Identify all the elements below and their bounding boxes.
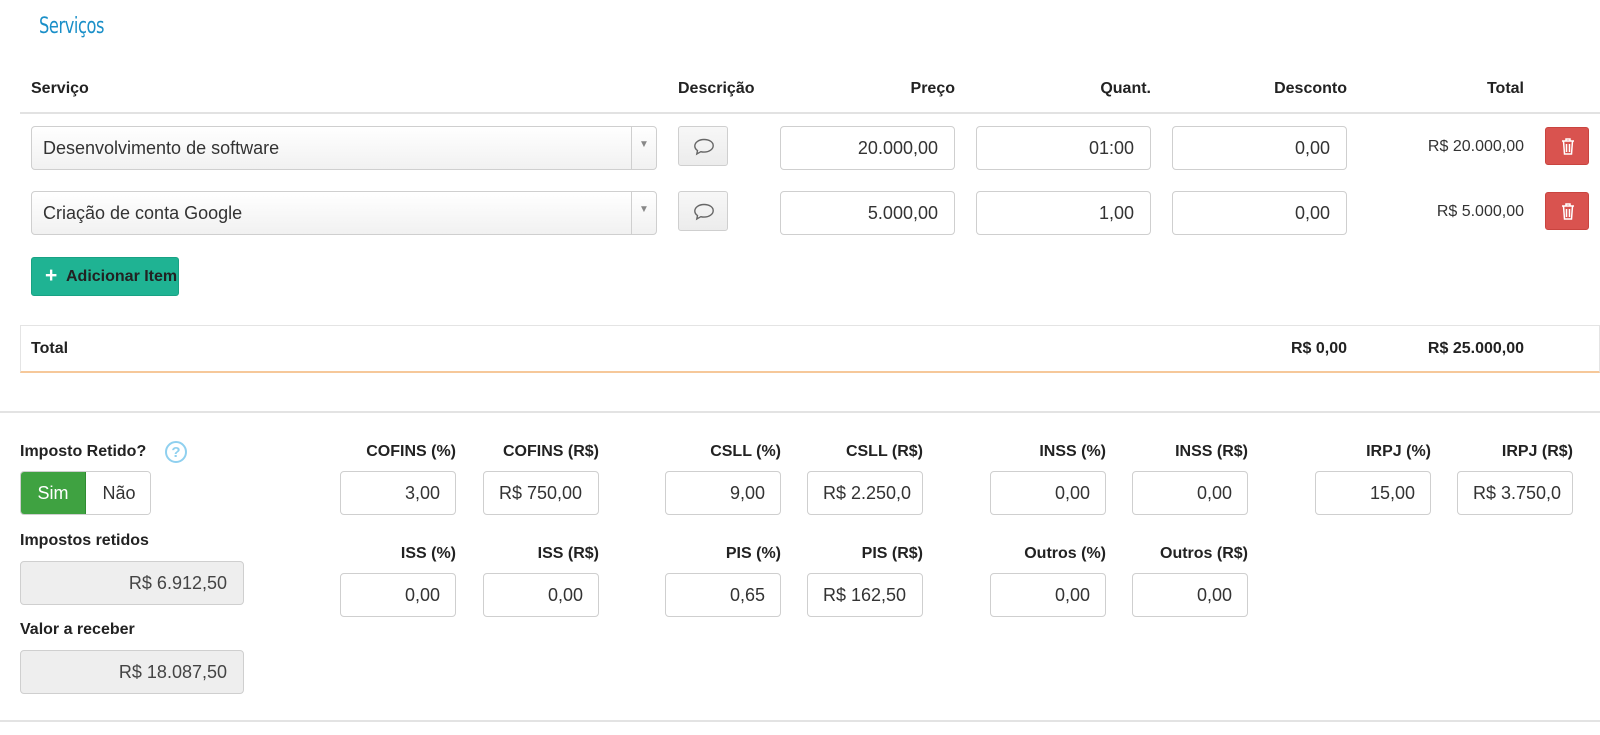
cofins-rs-input[interactable]: R$ 750,00: [483, 471, 599, 515]
trash-icon: [1562, 203, 1574, 220]
header-total: Total: [1486, 80, 1524, 97]
cofins-pct-label: COFINS (%): [366, 443, 456, 460]
trash-icon: [1562, 138, 1574, 155]
description-button[interactable]: [678, 126, 728, 166]
pis-pct-label: PIS (%): [725, 545, 781, 562]
service-select-value: Desenvolvimento de software: [43, 138, 280, 158]
header-descricao: Descrição: [678, 80, 755, 97]
row-total: R$ 20.000,00: [1427, 138, 1524, 155]
service-select[interactable]: Criação de conta Google ▼: [31, 191, 657, 235]
add-item-button[interactable]: + Adicionar Item: [31, 257, 179, 296]
section-title: Serviços: [39, 14, 105, 39]
toggle-nao[interactable]: Não: [86, 472, 150, 514]
pis-pct-input[interactable]: 0,65: [665, 573, 781, 617]
cofins-rs-label: COFINS (R$): [503, 443, 599, 460]
discount-input[interactable]: 0,00: [1172, 191, 1347, 235]
quantity-input[interactable]: 01:00: [976, 126, 1151, 170]
header-servico: Serviço: [31, 80, 89, 97]
price-input[interactable]: 20.000,00: [780, 126, 955, 170]
iss-pct-label: ISS (%): [400, 545, 456, 562]
outros-rs-input[interactable]: 0,00: [1132, 573, 1248, 617]
inss-rs-input[interactable]: 0,00: [1132, 471, 1248, 515]
cofins-pct-input[interactable]: 3,00: [340, 471, 456, 515]
irpj-pct-label: IRPJ (%): [1366, 443, 1431, 460]
irpj-pct-input[interactable]: 15,00: [1315, 471, 1431, 515]
total-row: [20, 325, 1600, 373]
service-select-value: Criação de conta Google: [43, 203, 243, 223]
csll-rs-label: CSLL (R$): [845, 443, 923, 460]
pis-rs-label: PIS (R$): [861, 545, 923, 562]
csll-pct-input[interactable]: 9,00: [665, 471, 781, 515]
comment-icon: [694, 138, 714, 156]
outros-pct-input[interactable]: 0,00: [990, 573, 1106, 617]
imposto-retido-toggle: Sim Não: [20, 471, 151, 515]
pis-rs-input[interactable]: R$ 162,50: [807, 573, 923, 617]
description-button[interactable]: [678, 191, 728, 231]
help-icon[interactable]: ?: [165, 441, 187, 463]
price-input[interactable]: 5.000,00: [780, 191, 955, 235]
total-label: Total: [31, 340, 69, 357]
add-item-label: Adicionar Item: [66, 268, 178, 285]
header-divider: [20, 112, 1600, 114]
chevron-down-icon[interactable]: ▼: [631, 127, 656, 169]
header-preco: Preço: [910, 80, 955, 97]
discount-total: R$ 0,00: [1290, 340, 1347, 357]
iss-pct-input[interactable]: 0,00: [340, 573, 456, 617]
valor-receber-label: Valor a receber: [20, 621, 135, 638]
inss-pct-input[interactable]: 0,00: [990, 471, 1106, 515]
iss-rs-label: ISS (R$): [537, 545, 599, 562]
delete-row-button[interactable]: [1545, 127, 1589, 165]
comment-icon: [694, 203, 714, 221]
section-divider: [0, 411, 1600, 413]
toggle-sim[interactable]: Sim: [21, 472, 86, 514]
chevron-down-icon[interactable]: ▼: [631, 192, 656, 234]
impostos-retidos-field: R$ 6.912,50: [20, 561, 244, 605]
inss-rs-label: INSS (R$): [1175, 443, 1248, 460]
csll-rs-input[interactable]: R$ 2.250,0: [807, 471, 923, 515]
iss-rs-input[interactable]: 0,00: [483, 573, 599, 617]
irpj-rs-label: IRPJ (R$): [1501, 443, 1573, 460]
plus-icon: +: [45, 264, 58, 287]
inss-pct-label: INSS (%): [1039, 443, 1106, 460]
delete-row-button[interactable]: [1545, 192, 1589, 230]
quantity-input[interactable]: 1,00: [976, 191, 1151, 235]
discount-input[interactable]: 0,00: [1172, 126, 1347, 170]
csll-pct-label: CSLL (%): [710, 443, 781, 460]
service-select[interactable]: Desenvolvimento de software ▼: [31, 126, 657, 170]
header-quant: Quant.: [1100, 80, 1151, 97]
valor-receber-field: R$ 18.087,50: [20, 650, 244, 694]
outros-pct-label: Outros (%): [1024, 545, 1106, 562]
impostos-retidos-label: Impostos retidos: [20, 532, 149, 549]
grand-total: R$ 25.000,00: [1427, 340, 1524, 357]
bottom-divider: [0, 720, 1600, 722]
row-total: R$ 5.000,00: [1436, 203, 1524, 220]
outros-rs-label: Outros (R$): [1160, 545, 1248, 562]
header-desconto: Desconto: [1274, 80, 1347, 97]
irpj-rs-input[interactable]: R$ 3.750,0: [1457, 471, 1573, 515]
imposto-retido-label: Imposto Retido?: [20, 443, 147, 460]
